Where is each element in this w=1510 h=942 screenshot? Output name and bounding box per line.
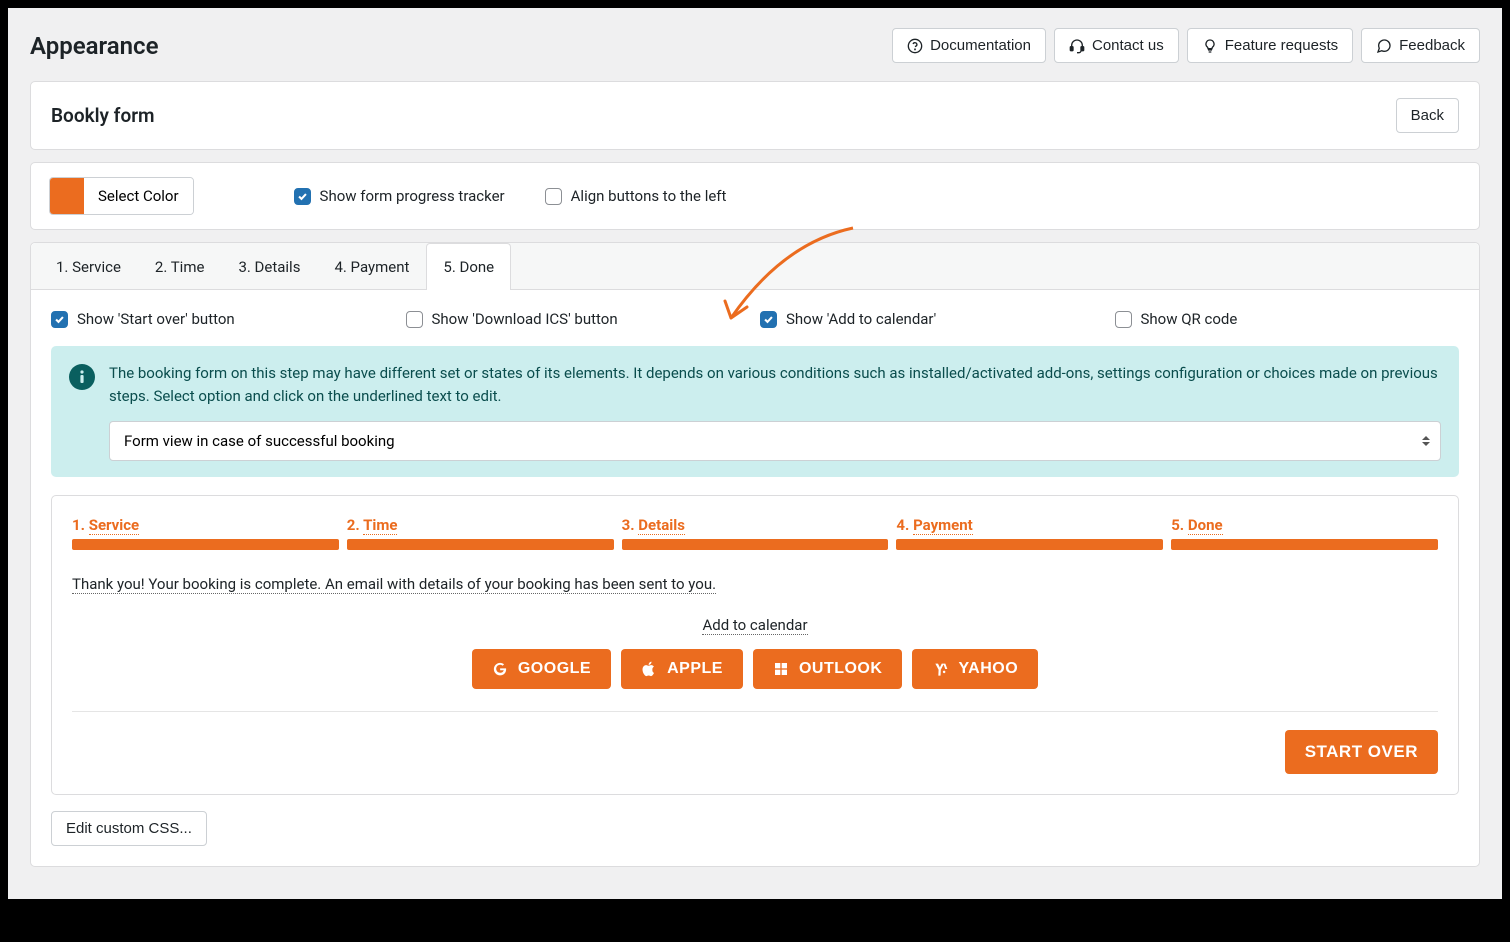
progress-step[interactable]: 2. Time — [347, 516, 614, 550]
color-swatch — [50, 178, 84, 214]
google-icon — [492, 661, 508, 677]
show-download-ics-label: Show 'Download ICS' button — [432, 310, 618, 328]
progress-step[interactable]: 4. Payment — [896, 516, 1163, 550]
apple-calendar-button[interactable]: APPLE — [621, 649, 743, 689]
edit-css-button[interactable]: Edit custom CSS... — [51, 811, 207, 846]
info-icon — [69, 364, 95, 390]
contact-label: Contact us — [1092, 37, 1164, 54]
documentation-label: Documentation — [930, 37, 1031, 54]
show-qr-checkbox[interactable]: Show QR code — [1115, 310, 1460, 328]
color-select[interactable]: Select Color — [49, 177, 194, 215]
tab-payment[interactable]: 4. Payment — [317, 243, 426, 290]
help-circle-icon — [907, 38, 923, 54]
page-title: Appearance — [30, 32, 159, 60]
feature-requests-label: Feature requests — [1225, 37, 1338, 54]
chat-icon — [1376, 38, 1392, 54]
checkbox-icon — [406, 311, 423, 328]
tab-time[interactable]: 2. Time — [138, 243, 222, 290]
progress-tracker: 1. Service 2. Time 3. Details 4. Payment — [72, 516, 1438, 550]
checkbox-icon — [51, 311, 68, 328]
form-step-tabs: 1. Service 2. Time 3. Details 4. Payment… — [31, 243, 1479, 290]
lightbulb-icon — [1202, 38, 1218, 54]
feature-requests-button[interactable]: Feature requests — [1187, 28, 1353, 63]
form-view-select-value: Form view in case of successful booking — [124, 432, 395, 450]
progress-step[interactable]: 3. Details — [622, 516, 889, 550]
form-preview: 1. Service 2. Time 3. Details 4. Payment — [51, 495, 1459, 795]
align-left-checkbox[interactable]: Align buttons to the left — [545, 187, 727, 205]
header-button-group: Documentation Contact us Feature request… — [892, 28, 1480, 63]
yahoo-calendar-button[interactable]: YAHOO — [912, 649, 1038, 689]
show-download-ics-checkbox[interactable]: Show 'Download ICS' button — [406, 310, 751, 328]
show-add-to-calendar-label: Show 'Add to calendar' — [786, 310, 936, 328]
yahoo-label: YAHOO — [958, 660, 1018, 678]
google-label: GOOGLE — [518, 660, 591, 678]
show-add-to-calendar-checkbox[interactable]: Show 'Add to calendar' — [760, 310, 1105, 328]
checkbox-icon — [760, 311, 777, 328]
calendar-buttons: GOOGLE APPLE OUTLOOK YAHOO — [72, 649, 1438, 689]
show-progress-label: Show form progress tracker — [320, 187, 505, 205]
progress-step[interactable]: 1. Service — [72, 516, 339, 550]
tab-done[interactable]: 5. Done — [426, 243, 511, 290]
select-arrows-icon — [1422, 436, 1430, 446]
start-over-button[interactable]: START OVER — [1285, 730, 1438, 774]
panel-title: Bookly form — [51, 104, 155, 127]
tab-service[interactable]: 1. Service — [39, 243, 138, 290]
info-text: The booking form on this step may have d… — [109, 362, 1441, 409]
form-view-select[interactable]: Form view in case of successful booking — [109, 421, 1441, 461]
google-calendar-button[interactable]: GOOGLE — [472, 649, 611, 689]
show-qr-label: Show QR code — [1141, 310, 1238, 328]
outlook-label: OUTLOOK — [799, 660, 883, 678]
align-left-label: Align buttons to the left — [571, 187, 727, 205]
feedback-button[interactable]: Feedback — [1361, 28, 1480, 63]
back-button[interactable]: Back — [1396, 98, 1459, 133]
thank-you-text[interactable]: Thank you! Your booking is complete. An … — [72, 575, 716, 594]
apple-icon — [641, 661, 657, 677]
tab-details[interactable]: 3. Details — [221, 243, 317, 290]
headset-icon — [1069, 38, 1085, 54]
windows-icon — [773, 661, 789, 677]
show-start-over-label: Show 'Start over' button — [77, 310, 235, 328]
checkbox-icon — [294, 188, 311, 205]
progress-step[interactable]: 5. Done — [1171, 516, 1438, 550]
contact-button[interactable]: Contact us — [1054, 28, 1179, 63]
yahoo-icon — [932, 661, 948, 677]
color-select-label: Select Color — [84, 178, 193, 214]
checkbox-icon — [1115, 311, 1132, 328]
show-progress-checkbox[interactable]: Show form progress tracker — [294, 187, 505, 205]
apple-label: APPLE — [667, 660, 723, 678]
add-to-calendar-title[interactable]: Add to calendar — [702, 616, 807, 635]
checkbox-icon — [545, 188, 562, 205]
feedback-label: Feedback — [1399, 37, 1465, 54]
divider — [72, 711, 1438, 712]
info-box: The booking form on this step may have d… — [51, 346, 1459, 477]
show-start-over-checkbox[interactable]: Show 'Start over' button — [51, 310, 396, 328]
documentation-button[interactable]: Documentation — [892, 28, 1046, 63]
outlook-calendar-button[interactable]: OUTLOOK — [753, 649, 903, 689]
